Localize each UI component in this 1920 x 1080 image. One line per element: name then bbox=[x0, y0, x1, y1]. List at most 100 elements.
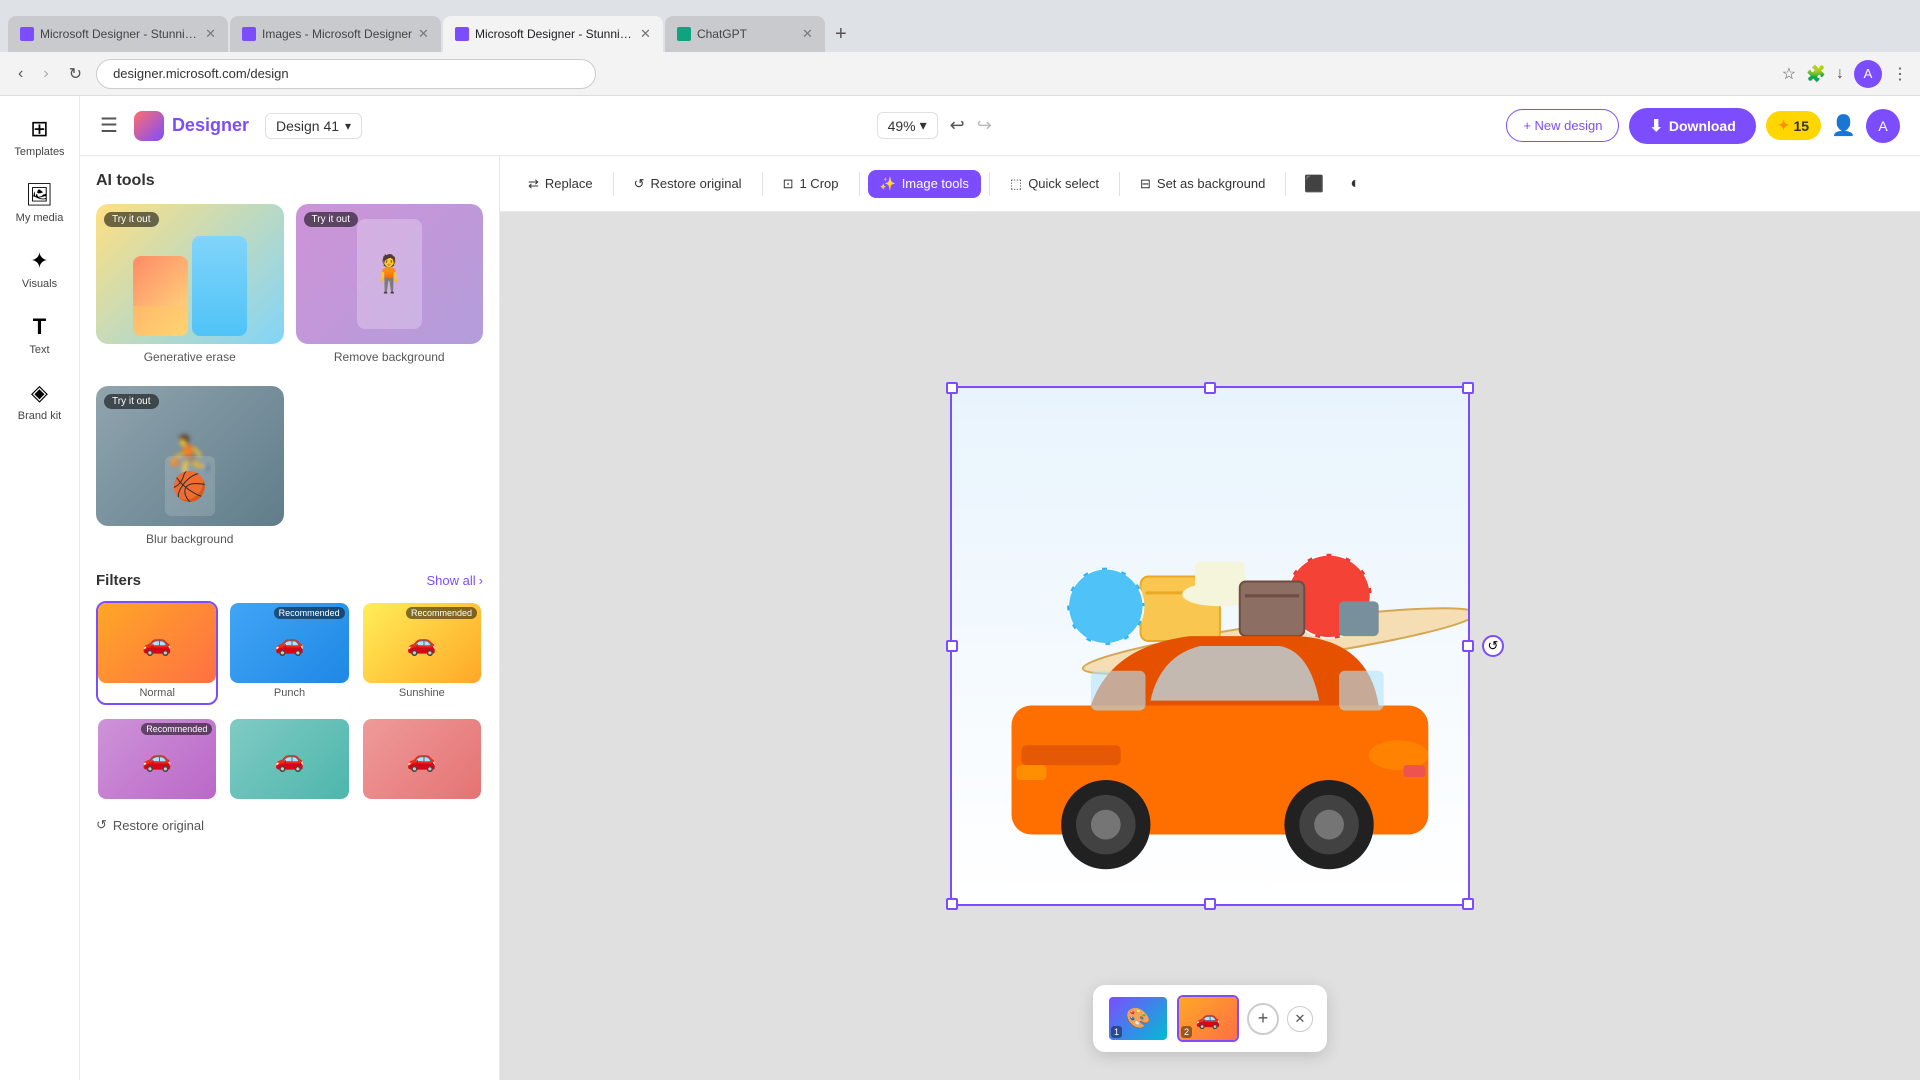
app-header: ☰ Designer Design 41 ▾ 49% ▾ ↩ ↪ bbox=[80, 96, 1920, 156]
zoom-chevron-icon: ▾ bbox=[920, 117, 927, 134]
set-as-background-label: Set as background bbox=[1157, 176, 1265, 191]
restore-label: Restore original bbox=[113, 818, 204, 833]
crop-button[interactable]: ⊡ 1 Crop bbox=[771, 170, 851, 198]
redo-button[interactable]: ↪ bbox=[977, 115, 992, 136]
restore-original-button[interactable]: ↺ Restore original bbox=[622, 170, 754, 198]
download-button[interactable]: ⬇ Download bbox=[1629, 108, 1755, 144]
rail-item-brand[interactable]: ◈ Brand kit bbox=[4, 372, 76, 430]
new-design-button[interactable]: + New design bbox=[1506, 109, 1619, 142]
coin-badge: ✦ 15 bbox=[1766, 111, 1821, 140]
reload-button[interactable]: ↻ bbox=[63, 60, 88, 88]
browser-tab-4[interactable]: ChatGPT ✕ bbox=[665, 16, 825, 52]
filter-sunshine[interactable]: 🚗 Recommended Sunshine bbox=[361, 601, 483, 705]
download-icon: ⬇ bbox=[1649, 116, 1662, 136]
restore-icon: ↺ bbox=[96, 817, 107, 833]
address-bar[interactable] bbox=[96, 59, 596, 89]
templates-label: Templates bbox=[14, 146, 64, 158]
extensions-icon[interactable]: 🧩 bbox=[1806, 64, 1826, 84]
browser-tab-1[interactable]: Microsoft Designer - Stunning... ✕ bbox=[8, 16, 228, 52]
remove-background-card[interactable]: 🧍 Try it out Remove background bbox=[296, 204, 484, 370]
adjustments-button[interactable]: ⬛ bbox=[1294, 168, 1334, 200]
page-thumb-1[interactable]: 🎨 1 bbox=[1107, 995, 1169, 1042]
brand-icon: ◈ bbox=[31, 380, 48, 406]
tab3-close[interactable]: ✕ bbox=[640, 26, 651, 42]
zoom-level: 49% bbox=[888, 118, 916, 134]
filter-normal-label: Normal bbox=[98, 683, 216, 703]
download-label: Download bbox=[1669, 118, 1736, 134]
rail-item-my-media[interactable]: 🖼 My media bbox=[4, 174, 76, 232]
generative-erase-try-it-badge: Try it out bbox=[104, 212, 159, 227]
close-thumbnails-button[interactable]: ✕ bbox=[1287, 1006, 1313, 1032]
remove-bg-try-it-badge: Try it out bbox=[304, 212, 359, 227]
handle-tr[interactable] bbox=[1462, 382, 1474, 394]
tab1-close[interactable]: ✕ bbox=[205, 26, 216, 42]
canvas-frame[interactable]: ↺ bbox=[950, 386, 1470, 906]
filter-punch[interactable]: 🚗 Recommended Punch bbox=[228, 601, 350, 705]
page-thumb-2[interactable]: 🚗 2 bbox=[1177, 995, 1239, 1042]
toolbar-divider-5 bbox=[1119, 172, 1120, 196]
image-toolbar: ⇄ Replace ↺ Restore original ⊡ 1 Crop bbox=[500, 156, 1920, 212]
rail-item-templates[interactable]: ⊞ Templates bbox=[4, 108, 76, 166]
tab1-label: Microsoft Designer - Stunning... bbox=[40, 27, 199, 41]
design-name-control[interactable]: Design 41 ▾ bbox=[265, 113, 362, 139]
tab4-favicon bbox=[677, 27, 691, 41]
hamburger-button[interactable]: ☰ bbox=[100, 113, 118, 138]
user-avatar[interactable]: A bbox=[1866, 109, 1900, 143]
browser-tab-2[interactable]: Images - Microsoft Designer ✕ bbox=[230, 16, 441, 52]
handle-mr[interactable] bbox=[1462, 640, 1474, 652]
canvas-image bbox=[952, 388, 1468, 904]
filters-title: Filters bbox=[96, 572, 141, 589]
rotate-handle[interactable]: ↺ bbox=[1482, 635, 1504, 657]
add-page-button[interactable]: + bbox=[1247, 1003, 1279, 1035]
profile-icon[interactable]: A bbox=[1854, 60, 1882, 88]
design-name-text: Design 41 bbox=[276, 118, 339, 134]
zoom-control[interactable]: 49% ▾ bbox=[877, 112, 938, 139]
tab4-close[interactable]: ✕ bbox=[802, 26, 813, 42]
image-tools-label: Image tools bbox=[902, 176, 969, 191]
handle-bc[interactable] bbox=[1204, 898, 1216, 910]
filter-extra-1[interactable]: 🚗 Recommended bbox=[96, 717, 218, 801]
quick-select-button[interactable]: ⬚ Quick select bbox=[998, 170, 1111, 198]
tab2-close[interactable]: ✕ bbox=[418, 26, 429, 42]
back-button[interactable]: ‹ bbox=[12, 61, 29, 87]
rail-item-visuals[interactable]: ✦ Visuals bbox=[4, 240, 76, 298]
generative-erase-label: Generative erase bbox=[96, 344, 284, 370]
replace-button[interactable]: ⇄ Replace bbox=[516, 170, 605, 198]
chevron-down-icon: ▾ bbox=[345, 119, 351, 133]
punch-recommended-badge: Recommended bbox=[274, 607, 345, 619]
filter-extra-3[interactable]: 🚗 bbox=[361, 717, 483, 801]
rail-item-text[interactable]: T Text bbox=[4, 306, 76, 364]
crop-icon: ⊡ bbox=[783, 176, 794, 192]
set-as-background-button[interactable]: ⊟ Set as background bbox=[1128, 170, 1277, 198]
generative-erase-card[interactable]: Try it out Generative erase bbox=[96, 204, 284, 370]
browser-tab-3[interactable]: Microsoft Designer - Stunning... ✕ bbox=[443, 16, 663, 52]
handle-ml[interactable] bbox=[946, 640, 958, 652]
image-tools-button[interactable]: ✨ Image tools bbox=[868, 170, 981, 198]
color-adjust-button[interactable]: ◐ bbox=[1340, 169, 1370, 199]
page-2-number: 2 bbox=[1181, 1026, 1192, 1038]
remove-background-label: Remove background bbox=[296, 344, 484, 370]
handle-br[interactable] bbox=[1462, 898, 1474, 910]
handle-bl[interactable] bbox=[946, 898, 958, 910]
coin-icon: ✦ bbox=[1778, 117, 1790, 134]
my-media-label: My media bbox=[16, 212, 64, 224]
star-icon[interactable]: ☆ bbox=[1782, 64, 1796, 84]
menu-icon[interactable]: ⋮ bbox=[1892, 64, 1908, 84]
new-tab-button[interactable]: + bbox=[827, 16, 855, 52]
undo-button[interactable]: ↩ bbox=[950, 115, 965, 136]
crop-label: 1 Crop bbox=[799, 176, 838, 191]
tab3-favicon bbox=[455, 27, 469, 41]
share-button[interactable]: 👤 bbox=[1831, 113, 1856, 138]
handle-tc[interactable] bbox=[1204, 382, 1216, 394]
tab4-label: ChatGPT bbox=[697, 27, 796, 41]
show-all-link[interactable]: Show all › bbox=[427, 573, 483, 588]
filter-normal[interactable]: 🚗 Normal bbox=[96, 601, 218, 705]
forward-button[interactable]: › bbox=[37, 61, 54, 87]
downloads-icon[interactable]: ↓ bbox=[1836, 65, 1844, 83]
blur-background-card[interactable]: ⛹ 🏀 Try it out Blur background bbox=[96, 386, 284, 552]
canvas-area: ↺ 🎨 1 🚗 2 bbox=[500, 212, 1920, 1080]
restore-original-link[interactable]: ↺ Restore original bbox=[96, 817, 483, 833]
filter-extra-2[interactable]: 🚗 bbox=[228, 717, 350, 801]
handle-tl[interactable] bbox=[946, 382, 958, 394]
visuals-icon: ✦ bbox=[30, 248, 48, 274]
